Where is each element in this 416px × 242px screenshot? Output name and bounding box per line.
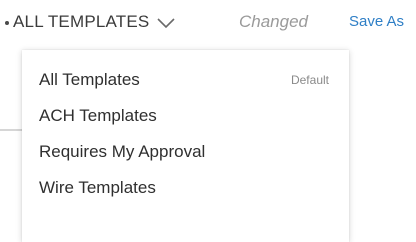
menu-item-ach-templates[interactable]: ACH Templates bbox=[22, 98, 349, 134]
menu-item-label: All Templates bbox=[39, 70, 140, 89]
template-dropdown-menu: All Templates Default ACH Templates Requ… bbox=[22, 50, 349, 242]
template-view-screen: ALL TEMPLATES Changed Save As All Templa… bbox=[0, 0, 416, 242]
modified-dot-icon bbox=[5, 21, 9, 25]
save-as-link[interactable]: Save As bbox=[349, 8, 404, 36]
menu-item-label: Wire Templates bbox=[39, 178, 156, 197]
template-view-selector[interactable]: ALL TEMPLATES bbox=[5, 8, 176, 36]
menu-item-label: ACH Templates bbox=[39, 106, 157, 125]
chevron-down-icon bbox=[157, 18, 176, 29]
menu-item-requires-my-approval[interactable]: Requires My Approval bbox=[22, 134, 349, 170]
background-divider bbox=[0, 129, 22, 131]
default-badge: Default bbox=[290, 73, 329, 87]
menu-item-wire-templates[interactable]: Wire Templates bbox=[22, 170, 349, 206]
menu-item-all-templates[interactable]: All Templates Default bbox=[22, 62, 349, 98]
changed-status: Changed bbox=[239, 12, 309, 31]
template-view-label: ALL TEMPLATES bbox=[13, 12, 150, 31]
menu-item-label: Requires My Approval bbox=[39, 142, 206, 161]
template-toolbar: ALL TEMPLATES Changed Save As bbox=[0, 8, 416, 36]
